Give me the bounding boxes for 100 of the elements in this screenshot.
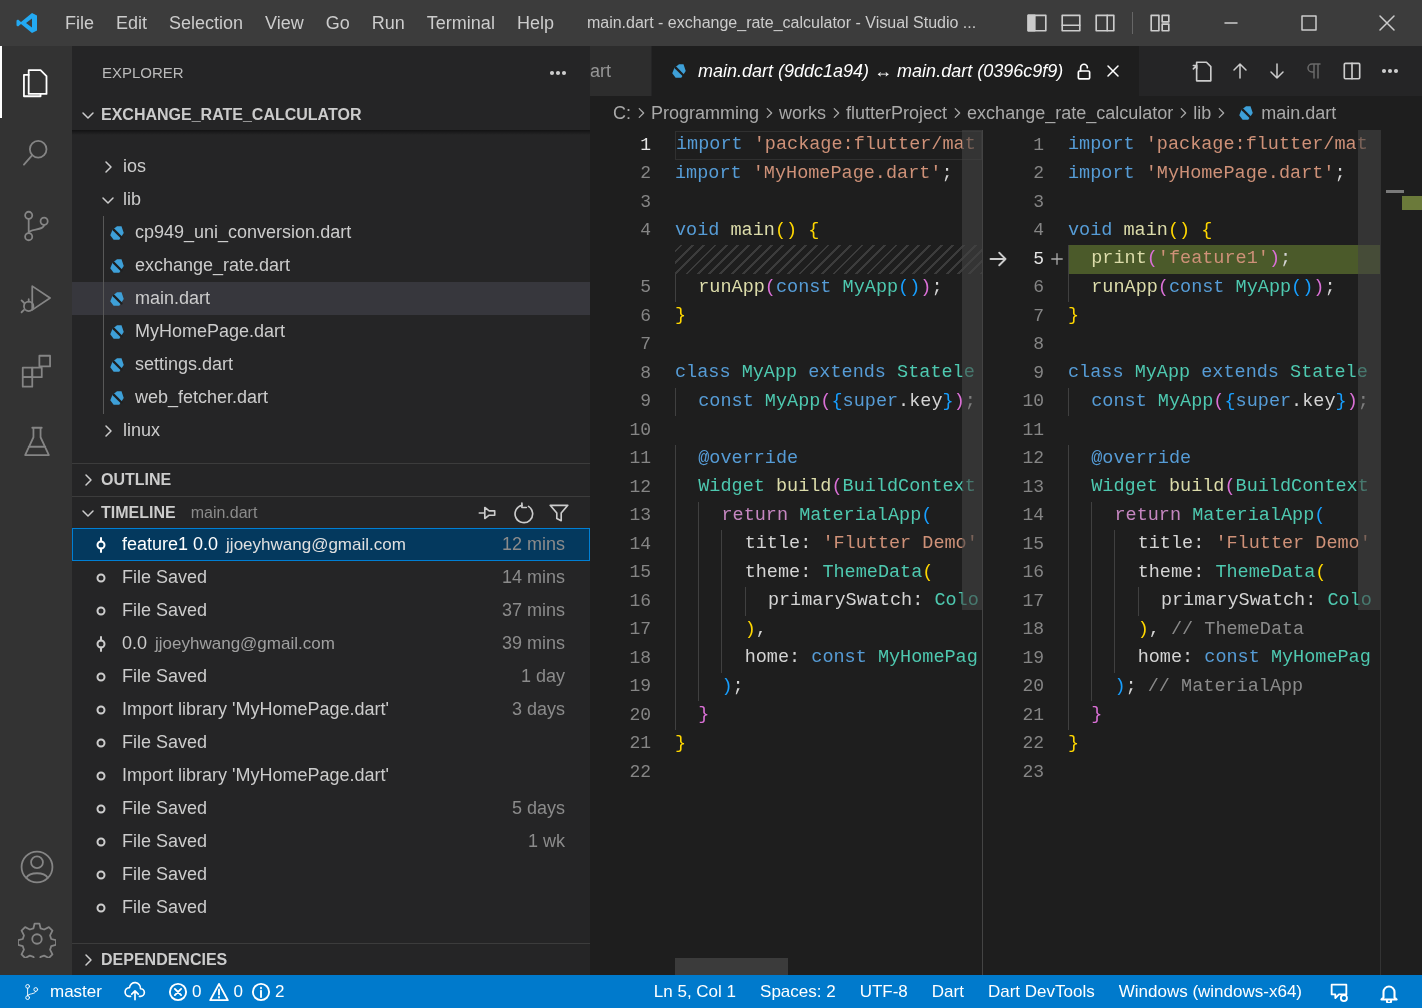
- timestamp: 1 wk: [528, 830, 565, 853]
- timeline-item[interactable]: File Saved 5 days: [72, 792, 590, 825]
- timeline-label: File Saved: [122, 896, 208, 919]
- line-number: 16: [1022, 561, 1044, 585]
- breadcrumb-item[interactable]: exchange_rate_calculator: [967, 99, 1174, 127]
- section-title[interactable]: DEPENDENCIES: [101, 947, 228, 972]
- menu-item[interactable]: File: [54, 8, 105, 38]
- error-count: 0: [191, 980, 202, 1003]
- explorer-row[interactable]: linux: [72, 414, 590, 447]
- explorer-row[interactable]: web_fetcher.dart: [72, 381, 590, 414]
- status-item[interactable]: Ln 5, Col 1: [641, 975, 749, 1008]
- sidebar-title: EXPLORER: [102, 62, 184, 83]
- error-icon: [167, 981, 188, 1002]
- sidebar-layout-icon[interactable]: [1026, 12, 1048, 34]
- split-editor-icon[interactable]: [1341, 60, 1363, 82]
- code-line: void main() {: [1068, 218, 1214, 243]
- arrow-down-icon[interactable]: [1267, 61, 1287, 81]
- code-line: class MyApp extends Statele: [675, 361, 976, 386]
- editor-tab[interactable]: main.dart (9ddc1a94) ↔ main.dart (0396c9f9): [652, 46, 1140, 96]
- explorer-row[interactable]: main.dart: [72, 282, 590, 315]
- explorer-row[interactable]: settings.dart: [72, 348, 590, 381]
- explorer-row[interactable]: MyHomePage.dart: [72, 315, 590, 348]
- menu-item[interactable]: Selection: [158, 8, 255, 38]
- pilcrow-icon[interactable]: [1304, 61, 1324, 81]
- section-title[interactable]: OUTLINE: [101, 468, 172, 492]
- explorer-row[interactable]: cp949_uni_conversion.dart: [72, 216, 590, 249]
- warning-count: 0: [233, 980, 243, 1003]
- section-title[interactable]: EXCHANGE_RATE_CALCULATOR: [101, 103, 362, 127]
- code-line: class MyApp extends Statele: [1068, 361, 1369, 386]
- timeline-item[interactable]: File Saved: [72, 726, 590, 759]
- menu-item[interactable]: View: [254, 8, 315, 38]
- filter-icon[interactable]: [548, 501, 570, 524]
- editor-tab[interactable]: art: [590, 46, 652, 96]
- split-layout-icon[interactable]: [1094, 12, 1116, 34]
- explorer-row[interactable]: exchange_rate.dart: [72, 249, 590, 282]
- gear-icon: [18, 920, 56, 958]
- line-number: 1: [640, 133, 651, 157]
- line-number: 17: [1022, 589, 1044, 613]
- timeline-item[interactable]: File Saved 14 mins: [72, 561, 590, 594]
- breadcrumb-item[interactable]: lib: [1193, 99, 1212, 127]
- customize-layout-icon[interactable]: [1149, 12, 1171, 34]
- status-item[interactable]: Spaces: 2: [748, 975, 848, 1008]
- line-number: 7: [640, 333, 651, 357]
- code-line: import 'MyHomePage.dart';: [1068, 161, 1347, 186]
- code-line: primarySwatch: Colo: [675, 587, 982, 616]
- arrow-up-icon[interactable]: [1230, 61, 1250, 81]
- menu-item[interactable]: Run: [360, 8, 416, 38]
- timeline-item[interactable]: 0.0 jjoeyhwang@gmail.com 39 mins: [72, 627, 590, 660]
- timeline-item[interactable]: File Saved 1 day: [72, 660, 590, 693]
- overview-marker: [1386, 190, 1404, 193]
- code-line: home: const MyHomePag: [1068, 644, 1380, 673]
- timeline-label: File Saved: [122, 731, 208, 754]
- problems-status[interactable]: 0 0 2: [157, 975, 295, 1008]
- status-item[interactable]: UTF-8: [847, 975, 920, 1008]
- timeline-item[interactable]: Import library 'MyHomePage.dart' 3 days: [72, 693, 590, 726]
- timeline-label: File Saved: [122, 566, 208, 589]
- status-item[interactable]: Dart: [919, 975, 976, 1008]
- scrollbar-thumb[interactable]: [675, 958, 788, 975]
- line-number: 12: [1022, 447, 1044, 471]
- timeline-item[interactable]: Import library 'MyHomePage.dart': [72, 759, 590, 792]
- close-icon[interactable]: [1377, 13, 1397, 33]
- info-icon: [250, 981, 271, 1002]
- line-number: 22: [1022, 732, 1044, 756]
- menu-item[interactable]: Edit: [105, 8, 159, 38]
- timestamp: 14 mins: [501, 566, 565, 589]
- line-number: 19: [629, 675, 651, 699]
- menu-item[interactable]: Terminal: [415, 8, 506, 38]
- breadcrumb-item[interactable]: main.dart: [1261, 99, 1337, 127]
- status-item[interactable]: Windows (windows-x64): [1106, 975, 1314, 1008]
- breadcrumb-item[interactable]: Programming: [651, 99, 760, 127]
- close-icon[interactable]: [1105, 63, 1122, 79]
- menu-item[interactable]: Go: [314, 8, 361, 38]
- timeline-item[interactable]: File Saved: [72, 891, 590, 924]
- timestamp: 37 mins: [501, 599, 565, 622]
- panel-layout-icon[interactable]: [1060, 12, 1082, 34]
- timeline-item[interactable]: File Saved 37 mins: [72, 594, 590, 627]
- timeline-item[interactable]: feature1 0.0 jjoeyhwang@gmail.com 12 mins: [72, 528, 590, 561]
- section-title[interactable]: TIMELINE: [101, 500, 176, 525]
- breadcrumb-item[interactable]: C:: [613, 99, 631, 127]
- line-number: 23: [1022, 760, 1044, 784]
- explorer-row[interactable]: ios: [72, 150, 590, 183]
- line-number: 15: [1022, 532, 1044, 556]
- timeline-item[interactable]: File Saved 1 wk: [72, 825, 590, 858]
- maximize-icon[interactable]: [1299, 13, 1319, 33]
- timeline-label: 0.0: [122, 632, 148, 655]
- line-number: 18: [1022, 618, 1044, 642]
- line-number: 8: [1033, 333, 1044, 357]
- dart-file-icon: [108, 256, 126, 275]
- status-item[interactable]: Dart DevTools: [975, 975, 1107, 1008]
- menu-item[interactable]: Help: [505, 8, 565, 38]
- dart-file-icon: [108, 355, 126, 374]
- breadcrumb-item[interactable]: flutterProject: [846, 99, 948, 127]
- timeline-item[interactable]: File Saved: [72, 858, 590, 891]
- refresh-icon[interactable]: [512, 501, 534, 524]
- line-number: 17: [629, 618, 651, 642]
- cloud-upload-icon[interactable]: [123, 980, 146, 1003]
- breadcrumb-item[interactable]: works: [779, 99, 827, 127]
- explorer-row[interactable]: lib: [72, 183, 590, 216]
- code-line: ),: [675, 615, 982, 644]
- branch-status[interactable]: master: [12, 975, 112, 1008]
